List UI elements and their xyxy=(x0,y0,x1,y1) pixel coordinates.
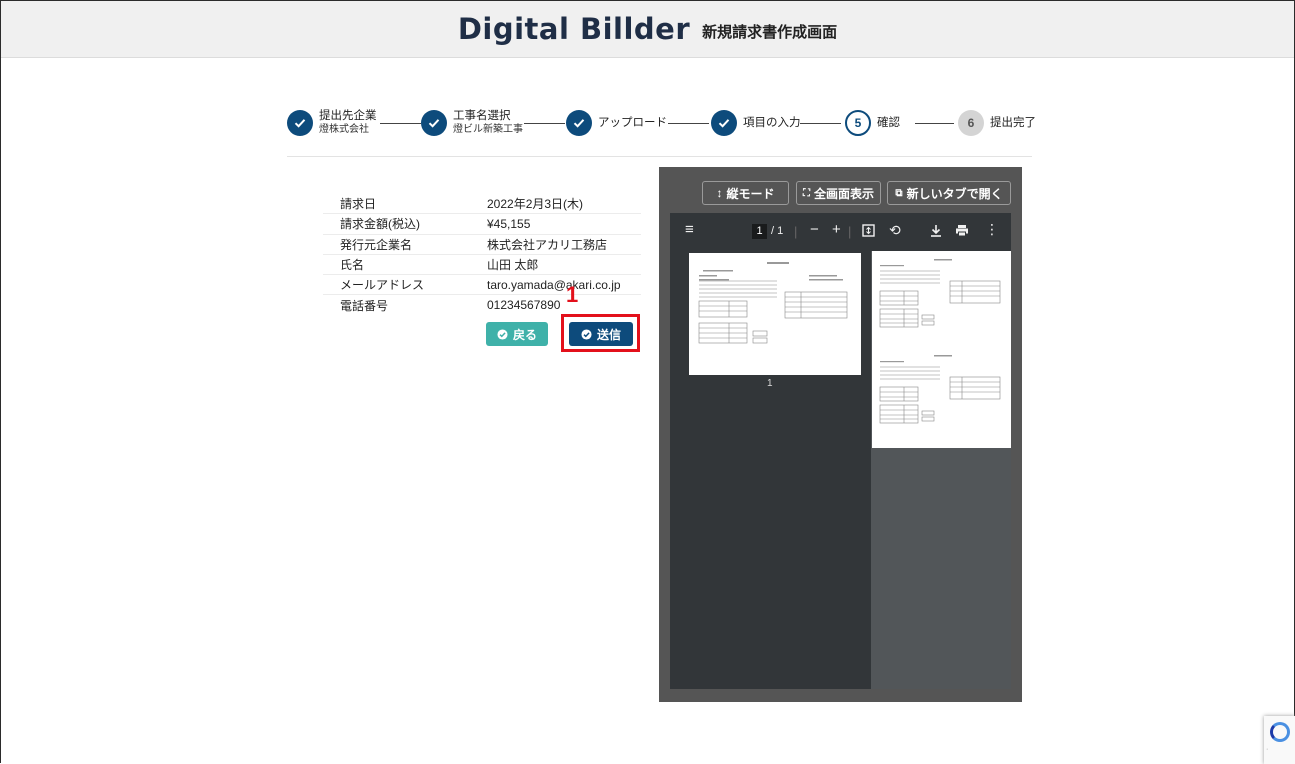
invoice-preview-graphic xyxy=(698,262,848,344)
summary-key: 電話番号 xyxy=(340,298,389,313)
rotate-icon[interactable]: ⟲ xyxy=(889,222,901,239)
summary-value: 山田 太郎 xyxy=(487,258,539,273)
portrait-mode-label: 縦モード xyxy=(726,186,775,201)
divider xyxy=(287,156,1032,157)
summary-key: 請求金額(税込) xyxy=(340,217,420,232)
portrait-mode-button[interactable]: ↕ 縦モード xyxy=(702,181,789,205)
step-label: アップロード xyxy=(598,116,667,129)
page-thumbnail[interactable] xyxy=(689,253,861,375)
progress-stepper: 提出先企業燈株式会社 工事名選択燈ビル新築工事 アップロード 項目の入力 5 確… xyxy=(287,110,1036,144)
page-total: / 1 xyxy=(771,225,784,237)
step-6: 6 提出完了 xyxy=(958,110,1036,136)
summary-value: 2022年2月3日(木) xyxy=(487,197,584,212)
check-icon xyxy=(287,110,313,136)
pdf-embed: ≡ 1 / 1 | − + | ⟲ ⋮ 1 xyxy=(670,213,1011,689)
check-circle-icon xyxy=(497,328,508,340)
check-icon xyxy=(711,110,737,136)
external-link-icon: ⧉ xyxy=(895,187,903,199)
step-5: 5 確認 xyxy=(845,110,900,136)
summary-value: taro.yamada@akari.co.jp xyxy=(487,277,621,292)
step-sublabel: 燈株式会社 xyxy=(319,124,369,135)
zoom-in-icon[interactable]: + xyxy=(832,221,841,238)
fit-page-icon[interactable] xyxy=(862,224,875,240)
invoice-page-graphic xyxy=(879,259,1001,328)
expand-icon: ⛶ xyxy=(802,187,810,199)
pdf-page xyxy=(872,347,1011,448)
step-connector xyxy=(524,123,565,124)
check-icon xyxy=(421,110,447,136)
recaptcha-text: · xyxy=(1266,746,1269,753)
summary-row: 発行元企業名 株式会社アカリ工務店 xyxy=(323,235,641,255)
download-icon[interactable] xyxy=(930,224,942,240)
summary-key: 発行元企業名 xyxy=(340,237,413,252)
step-number: 6 xyxy=(958,110,984,136)
step-2: 工事名選択燈ビル新築工事 xyxy=(421,110,523,136)
recaptcha-badge[interactable]: · xyxy=(1264,716,1295,764)
step-label: 項目の入力 xyxy=(743,116,801,129)
step-1: 提出先企業燈株式会社 xyxy=(287,110,377,136)
back-button-label: 戻る xyxy=(512,327,537,342)
thumbnail-page-number: 1 xyxy=(767,378,773,389)
summary-key: 請求日 xyxy=(340,197,377,212)
page-title: 新規請求書作成画面 xyxy=(702,23,838,41)
step-label: 確認 xyxy=(877,116,900,129)
summary-row: メールアドレス taro.yamada@akari.co.jp xyxy=(323,275,641,296)
pdf-toolbar: ≡ 1 / 1 | − + | ⟲ ⋮ xyxy=(670,213,1011,251)
back-button[interactable]: 戻る xyxy=(486,322,548,346)
toolbar-separator: | xyxy=(848,224,852,239)
step-4: 項目の入力 xyxy=(711,110,801,136)
menu-icon[interactable]: ≡ xyxy=(685,221,694,238)
step-connector xyxy=(380,123,421,124)
recaptcha-icon xyxy=(1270,722,1290,742)
summary-row: 請求金額(税込) ¥45,155 xyxy=(323,214,641,235)
fullscreen-button[interactable]: ⛶ 全画面表示 xyxy=(796,181,881,205)
step-label: 提出完了 xyxy=(990,116,1036,129)
open-new-tab-label: 新しいタブで開く xyxy=(906,186,1003,201)
summary-value: 株式会社アカリ工務店 xyxy=(487,237,608,252)
summary-value: 01234567890 xyxy=(487,298,561,313)
summary-value: ¥45,155 xyxy=(487,216,531,231)
pdf-page xyxy=(872,251,1011,352)
step-connector xyxy=(800,123,841,124)
app-logo: Digital Billder xyxy=(457,12,691,46)
fullscreen-label: 全画面表示 xyxy=(813,186,874,201)
page-number-input[interactable]: 1 xyxy=(752,224,767,239)
step-label: 提出先企業 xyxy=(319,110,377,122)
pdf-thumbnail-sidebar: 1 xyxy=(670,251,871,689)
summary-key: 氏名 xyxy=(340,258,365,273)
toolbar-separator: | xyxy=(794,224,798,239)
invoice-summary: 請求日 2022年2月3日(木) 請求金額(税込) ¥45,155 発行元企業名 株式… xyxy=(323,194,641,315)
pdf-main-view xyxy=(872,251,1011,689)
summary-row: 電話番号 01234567890 xyxy=(323,295,641,314)
step-connector xyxy=(668,123,709,124)
annotation-number: 1 xyxy=(566,282,579,307)
app-header: Digital Billder 新規請求書作成画面 xyxy=(1,1,1294,58)
step-sublabel: 燈ビル新築工事 xyxy=(453,124,523,135)
summary-row: 氏名 山田 太郎 xyxy=(323,255,641,276)
step-label: 工事名選択 xyxy=(453,110,511,122)
step-number: 5 xyxy=(845,110,871,136)
zoom-out-icon[interactable]: − xyxy=(810,221,819,238)
summary-key: メールアドレス xyxy=(340,278,425,293)
highlight-box xyxy=(561,314,640,352)
vertical-arrow-icon: ↕ xyxy=(716,186,723,200)
summary-row: 請求日 2022年2月3日(木) xyxy=(323,194,641,215)
invoice-page-graphic xyxy=(879,355,1001,424)
more-icon[interactable]: ⋮ xyxy=(985,221,999,238)
open-new-tab-button[interactable]: ⧉ 新しいタブで開く xyxy=(887,181,1011,205)
step-connector xyxy=(915,123,954,124)
print-icon[interactable] xyxy=(955,224,969,240)
check-icon xyxy=(566,110,592,136)
step-3: アップロード xyxy=(566,110,667,136)
